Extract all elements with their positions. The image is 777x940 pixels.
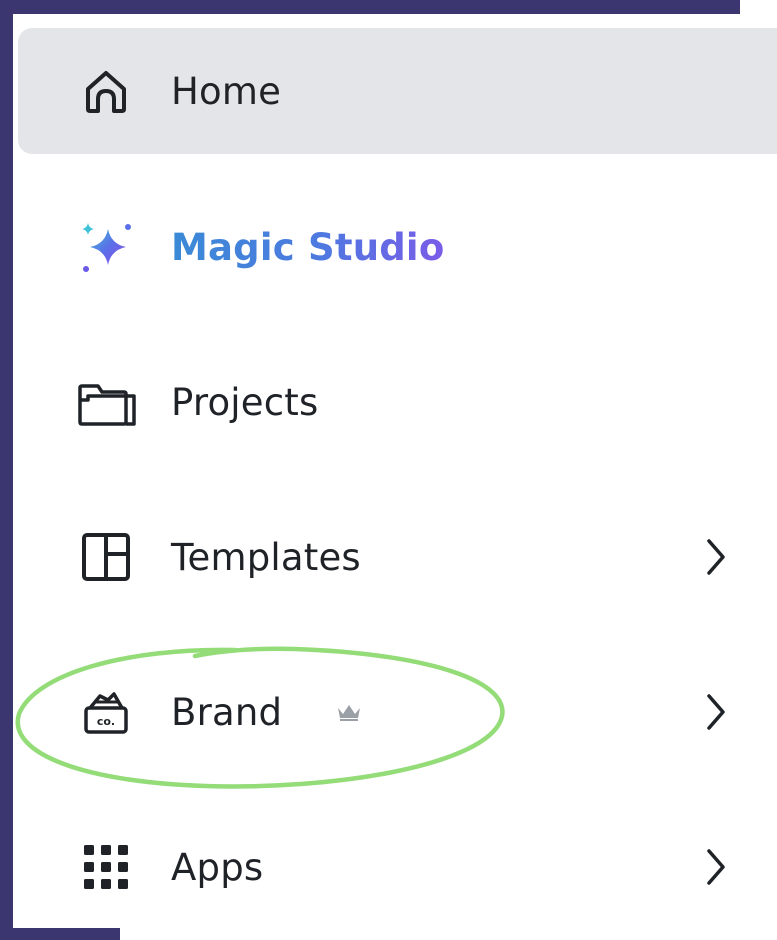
home-icon [74, 59, 138, 123]
svg-text:co.: co. [97, 715, 115, 728]
chevron-right-icon [702, 690, 730, 734]
nav-item-home-label: Home [171, 69, 282, 113]
frame-notch [740, 0, 777, 16]
frame-bottom-edge [0, 928, 120, 940]
nav-item-magic-studio[interactable]: Magic Studio [18, 184, 777, 310]
nav-item-home[interactable]: Home [18, 28, 777, 154]
nav-item-apps-label: Apps [171, 845, 264, 889]
nav-item-templates-label: Templates [171, 535, 361, 579]
sidebar-panel: Home Magic Studio Projects Templates co.… [13, 14, 777, 940]
nav-item-brand[interactable]: co. Brand [18, 649, 777, 775]
crown-icon [336, 702, 362, 722]
templates-icon [74, 525, 138, 589]
nav-item-apps[interactable]: Apps [18, 804, 777, 930]
nav-item-brand-label: Brand [171, 690, 283, 734]
folder-icon [74, 370, 138, 434]
sparkle-icon [74, 215, 138, 279]
chevron-right-icon [702, 535, 730, 579]
nav-item-projects[interactable]: Projects [18, 339, 777, 465]
chevron-right-icon [702, 845, 730, 889]
apps-grid-icon [74, 835, 138, 899]
brand-kit-icon: co. [74, 680, 138, 744]
nav-item-templates[interactable]: Templates [18, 494, 777, 620]
nav-item-projects-label: Projects [171, 380, 319, 424]
nav-item-magic-studio-label: Magic Studio [171, 225, 445, 269]
